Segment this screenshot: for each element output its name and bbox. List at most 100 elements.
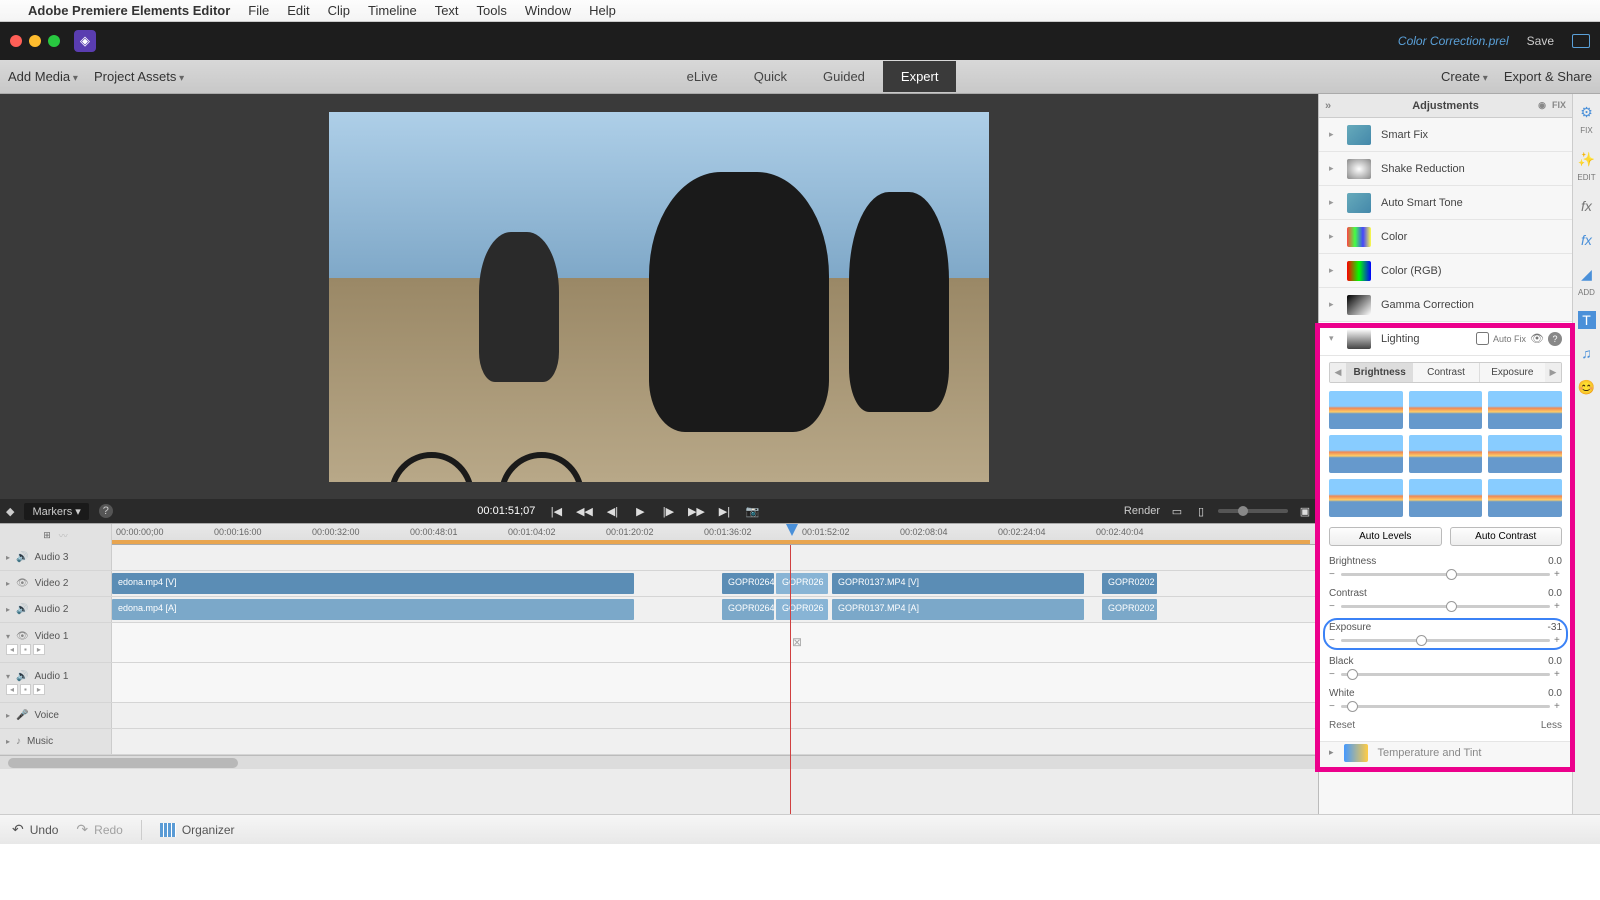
preset-thumb[interactable] (1329, 435, 1403, 473)
snapshot-button[interactable]: 📷 (745, 504, 759, 518)
preset-thumb[interactable] (1329, 479, 1403, 517)
eye-icon[interactable]: 👁 (16, 631, 29, 642)
tab-quick[interactable]: Quick (736, 61, 805, 92)
fx-star-icon[interactable]: fx (1577, 230, 1597, 250)
auto-contrast-button[interactable]: Auto Contrast (1450, 527, 1563, 546)
adj-smart-fix[interactable]: ▸Smart Fix (1319, 118, 1572, 152)
speaker-icon[interactable]: 🔊 (16, 604, 28, 615)
render-button[interactable]: Render (1124, 505, 1160, 517)
preset-thumb[interactable] (1409, 479, 1483, 517)
menu-tools[interactable]: Tools (477, 3, 507, 18)
autofix-checkbox[interactable] (1476, 332, 1489, 345)
effects-icon[interactable]: ✨ (1577, 149, 1597, 169)
fx-icon[interactable]: fx (1577, 196, 1597, 216)
add-media-button[interactable]: Add Media (8, 69, 78, 84)
subtab-brightness[interactable]: Brightness (1346, 363, 1412, 382)
slider-value[interactable]: 0.0 (1548, 556, 1562, 567)
organizer-button[interactable]: Organizer (160, 823, 235, 837)
speaker-icon[interactable]: 🔊 (16, 552, 28, 563)
slider-value[interactable]: 0.0 (1548, 688, 1562, 699)
step-fwd-button[interactable]: |▶ (661, 504, 675, 518)
export-share-button[interactable]: Export & Share (1504, 69, 1592, 84)
clip-audio-selected[interactable]: GOPR026 (776, 599, 828, 620)
clip-video[interactable]: edona.mp4 [V] (112, 573, 634, 594)
auto-levels-button[interactable]: Auto Levels (1329, 527, 1442, 546)
zoom-slider[interactable] (1218, 509, 1288, 513)
adj-color-rgb[interactable]: ▸Color (RGB) (1319, 254, 1572, 288)
menu-timeline[interactable]: Timeline (368, 3, 417, 18)
subtab-contrast[interactable]: Contrast (1412, 363, 1478, 382)
eye-icon[interactable]: 👁 (16, 578, 29, 589)
timeline-ruler[interactable]: ⊞ 〰 00:00:00;00 00:00:16:00 00:00:32:00 … (0, 523, 1318, 545)
playhead-marker[interactable] (786, 524, 798, 536)
menu-window[interactable]: Window (525, 3, 571, 18)
menu-edit[interactable]: Edit (287, 3, 309, 18)
menu-text[interactable]: Text (435, 3, 459, 18)
play-button[interactable]: ▶ (633, 504, 647, 518)
reset-button[interactable]: Reset (1329, 720, 1355, 731)
clip-audio[interactable]: edona.mp4 [A] (112, 599, 634, 620)
titles-icon[interactable]: T (1578, 311, 1596, 329)
fit-button[interactable]: ▣ (1298, 504, 1312, 518)
tab-elive[interactable]: eLive (669, 61, 736, 92)
tab-guided[interactable]: Guided (805, 61, 883, 92)
clip-video[interactable]: GOPR0137.MP4 [V] (832, 573, 1084, 594)
preset-thumb[interactable] (1488, 479, 1562, 517)
adj-color[interactable]: ▸Color (1319, 220, 1572, 254)
step-back-button[interactable]: ◀| (605, 504, 619, 518)
goto-end-button[interactable]: ▶| (717, 504, 731, 518)
preset-thumb[interactable] (1409, 391, 1483, 429)
tab-expert[interactable]: Expert (883, 61, 957, 92)
app-menu[interactable]: Adobe Premiere Elements Editor (28, 3, 230, 18)
mic-icon[interactable]: 🎤 (16, 710, 28, 721)
undo-button[interactable]: ↶Undo (12, 821, 58, 838)
slider-knob[interactable] (1347, 669, 1358, 680)
less-button[interactable]: Less (1541, 720, 1562, 731)
markers-dropdown[interactable]: Markers ▾ (24, 503, 88, 520)
minimize-window-button[interactable] (29, 35, 41, 47)
music-icon[interactable]: ♪ (16, 736, 21, 747)
preset-thumb[interactable] (1409, 435, 1483, 473)
menu-clip[interactable]: Clip (328, 3, 350, 18)
slider-knob[interactable] (1446, 569, 1457, 580)
adj-gamma[interactable]: ▸Gamma Correction (1319, 288, 1572, 322)
work-area-bar[interactable] (112, 540, 1310, 544)
save-button[interactable]: Save (1527, 34, 1554, 48)
slider-knob[interactable] (1416, 635, 1427, 646)
clip-audio[interactable]: GOPR0137.MP4 [A] (832, 599, 1084, 620)
timeline-tool-1[interactable]: ⊞ (43, 530, 51, 541)
slider-track[interactable] (1341, 705, 1550, 708)
graphics-icon[interactable]: 😊 (1577, 377, 1597, 397)
help-icon[interactable]: ? (99, 504, 113, 518)
collapse-panel-icon[interactable]: » (1325, 100, 1331, 112)
preset-thumb[interactable] (1488, 391, 1562, 429)
markers-icon[interactable]: ◆ (6, 505, 14, 518)
next-frame-button[interactable]: ▶▶ (689, 504, 703, 518)
slider-value[interactable]: -31 (1548, 622, 1562, 633)
redo-button[interactable]: ↷Redo (76, 821, 122, 838)
track-size-controls[interactable]: ◂▪▸ (6, 684, 45, 695)
fix-mode-icon[interactable]: ◉ (1538, 100, 1546, 111)
track-size-controls[interactable]: ◂▪▸ (6, 644, 45, 655)
help-icon[interactable]: ? (1548, 332, 1562, 346)
clip-video[interactable]: GOPR0202 (1102, 573, 1157, 594)
timeline-tool-2[interactable]: 〰 (59, 529, 68, 542)
prev-frame-button[interactable]: ◀◀ (577, 504, 591, 518)
transitions-icon[interactable]: ◢ (1577, 264, 1597, 284)
create-button[interactable]: Create (1441, 69, 1488, 84)
close-window-button[interactable] (10, 35, 22, 47)
subtab-prev[interactable]: ◀ (1330, 363, 1346, 382)
preset-thumb[interactable] (1488, 435, 1562, 473)
preset-thumb[interactable] (1329, 391, 1403, 429)
transition-icon[interactable]: ⊠ (792, 635, 802, 649)
adj-lighting[interactable]: ▾ Lighting Auto Fix 👁 ? (1319, 322, 1572, 356)
visibility-icon[interactable]: 👁 (1530, 332, 1544, 345)
clip-audio[interactable]: GOPR0264. (722, 599, 774, 620)
slider-track[interactable] (1341, 605, 1550, 608)
menu-help[interactable]: Help (589, 3, 616, 18)
goto-start-button[interactable]: |◀ (549, 504, 563, 518)
timecode-display[interactable]: 00:01:51;07 (477, 505, 535, 517)
adjust-icon[interactable]: ⚙ (1577, 102, 1597, 122)
slider-knob[interactable] (1347, 701, 1358, 712)
slider-knob[interactable] (1446, 601, 1457, 612)
